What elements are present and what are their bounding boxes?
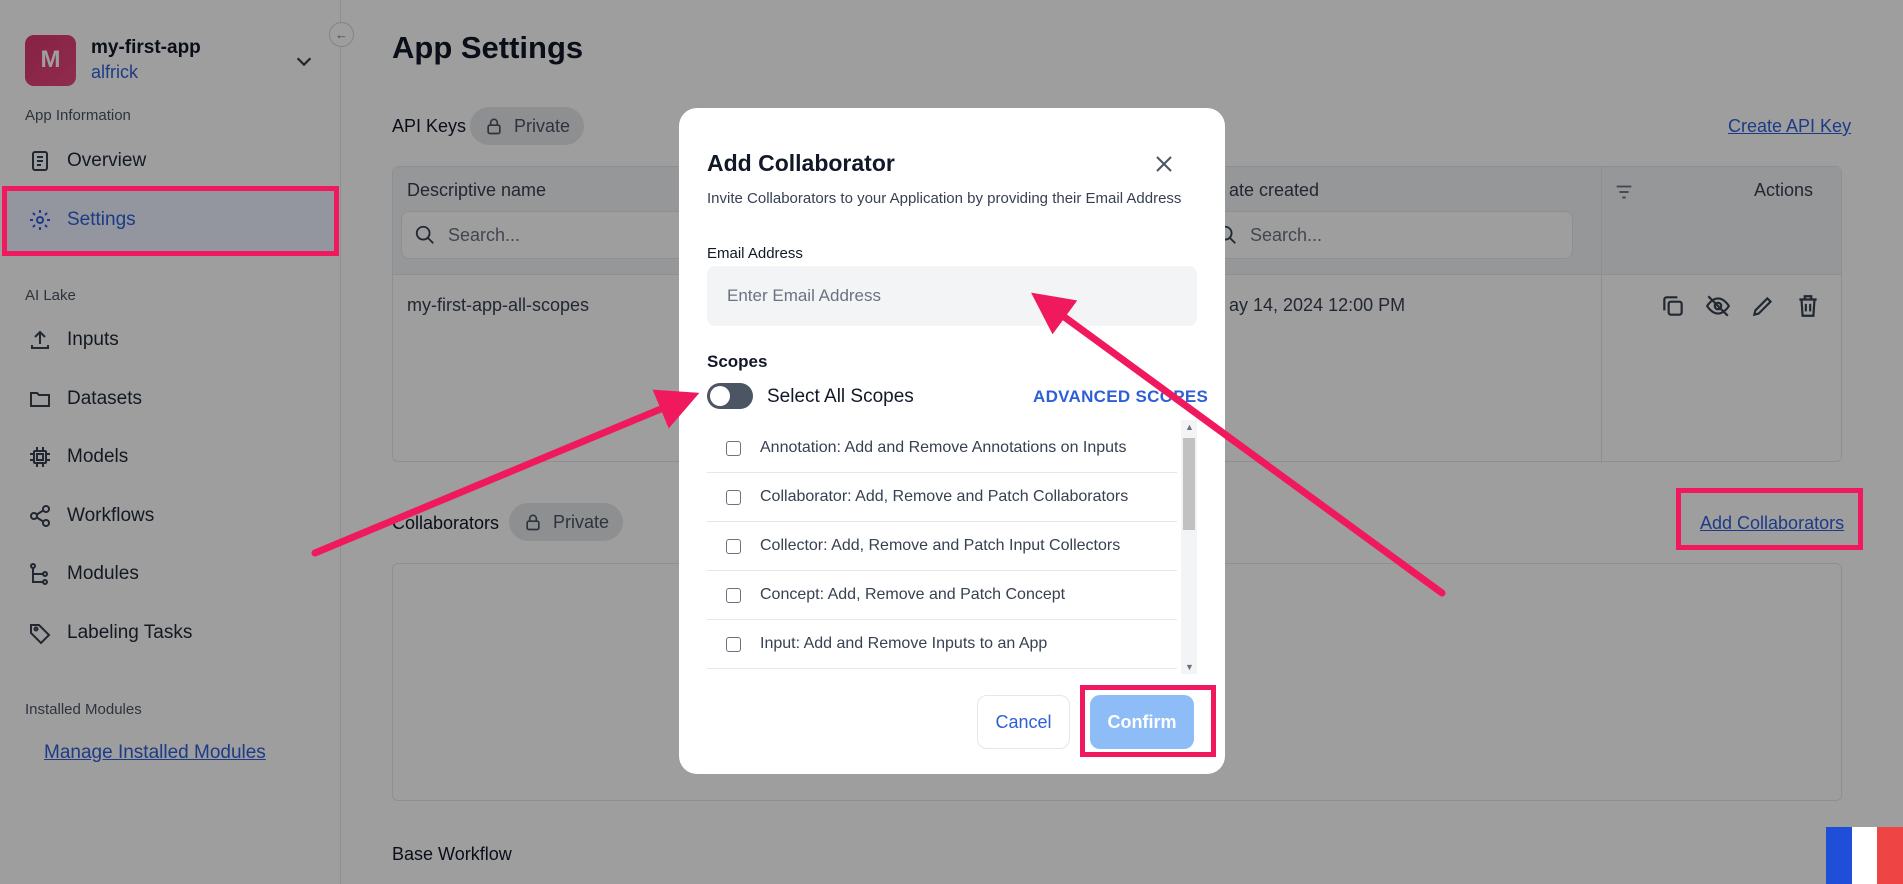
select-all-scopes-toggle[interactable] [707, 383, 753, 409]
scope-checkbox[interactable] [726, 440, 741, 456]
scope-label: Concept: Add, Remove and Patch Concept [760, 586, 1066, 603]
highlight-settings [2, 186, 339, 256]
scope-checkbox[interactable] [726, 636, 741, 652]
list-item[interactable]: Collector: Add, Remove and Patch Input C… [707, 522, 1177, 571]
advanced-scopes-link[interactable]: ADVANCED SCOPES [1033, 387, 1208, 407]
scope-label: Annotation: Add and Remove Annotations o… [760, 439, 1127, 456]
modal-title: Add Collaborator [707, 150, 895, 176]
list-item[interactable]: Annotation: Add and Remove Annotations o… [707, 424, 1177, 473]
language-flag-icon[interactable] [1826, 827, 1903, 884]
scroll-up-icon[interactable]: ▲ [1185, 422, 1194, 432]
cancel-button[interactable]: Cancel [977, 695, 1070, 749]
highlight-add-collaborators [1676, 488, 1863, 550]
list-item[interactable]: Collaborator: Add, Remove and Patch Coll… [707, 473, 1177, 522]
scope-label: Collaborator: Add, Remove and Patch Coll… [760, 488, 1129, 505]
close-icon[interactable] [1152, 152, 1176, 176]
scope-list: Annotation: Add and Remove Annotations o… [707, 420, 1197, 674]
scope-checkbox[interactable] [726, 587, 741, 603]
modal-description: Invite Collaborators to your Application… [707, 190, 1182, 207]
add-collaborator-modal: Add Collaborator Invite Collaborators to… [679, 108, 1225, 774]
scopes-label: Scopes [707, 352, 768, 371]
email-label: Email Address [707, 245, 803, 262]
scope-checkbox[interactable] [726, 538, 741, 554]
list-item[interactable]: Concept: Add, Remove and Patch Concept [707, 571, 1177, 620]
scope-checkbox[interactable] [726, 489, 741, 505]
highlight-confirm [1080, 685, 1216, 757]
list-item[interactable]: Input: Add and Remove Inputs to an App [707, 620, 1177, 669]
scope-label: Input: Add and Remove Inputs to an App [760, 635, 1048, 652]
toggle-knob [710, 386, 730, 406]
scope-list-scrollbar[interactable]: ▲ ▼ [1181, 420, 1197, 674]
scroll-down-icon[interactable]: ▼ [1185, 662, 1194, 672]
select-all-scopes-label: Select All Scopes [767, 386, 914, 407]
scope-label: Collector: Add, Remove and Patch Input C… [760, 537, 1121, 554]
scroll-thumb[interactable] [1183, 438, 1195, 530]
email-field[interactable] [707, 266, 1197, 326]
